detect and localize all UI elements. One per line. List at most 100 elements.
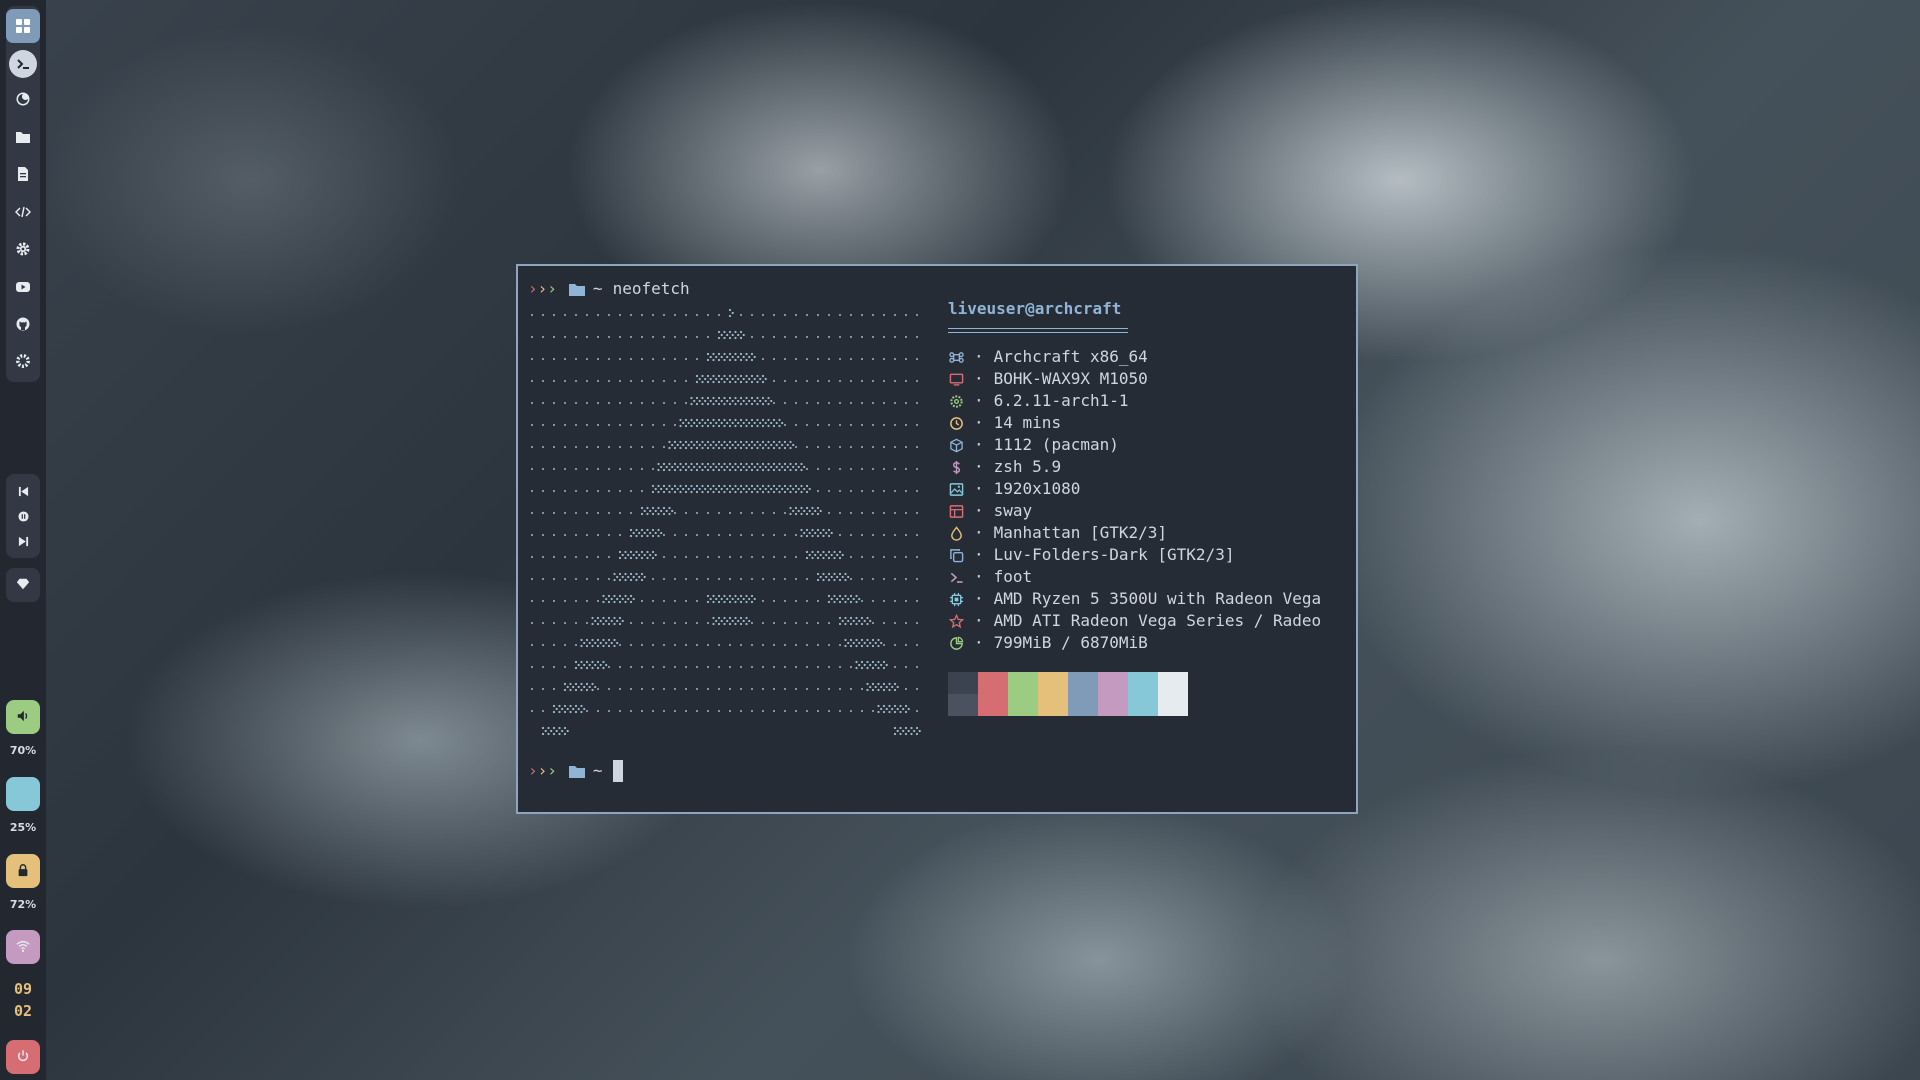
text-cursor (612, 760, 623, 782)
clock-minute: 02 (13, 1002, 33, 1020)
color-swatch (1098, 672, 1128, 716)
volume-button[interactable] (6, 700, 40, 734)
prompt-arrow: › (537, 279, 548, 298)
volume-percent: 70% (9, 744, 37, 757)
ascii-logo (531, 308, 921, 736)
pause-button[interactable] (6, 504, 40, 529)
separator-dot: · (974, 435, 984, 454)
separator-dot: · (974, 479, 984, 498)
app-menu-button[interactable] (6, 6, 40, 45)
moon-icon (16, 785, 30, 804)
dock-files-button[interactable] (6, 120, 40, 157)
code-icon (14, 204, 32, 224)
dock-firefox-button[interactable] (6, 83, 40, 120)
brightness-percent: 25% (9, 821, 37, 834)
battery-percent: 72% (9, 898, 37, 911)
clock-icon (948, 415, 964, 431)
cpu-icon (948, 591, 964, 607)
battery-button[interactable] (6, 854, 40, 888)
image-icon (948, 481, 964, 497)
drop-icon (948, 525, 964, 541)
info-value: 14 mins (993, 413, 1062, 432)
separator-dot: · (974, 501, 984, 520)
info-row: · sway (948, 500, 1321, 522)
separator-dot: · (974, 347, 984, 366)
info-value: 1920x1080 (993, 479, 1081, 498)
prompt-icon (948, 569, 964, 585)
info-rows: · Archcraft x86_64 · BOHK-WAX9X M1050 · 6.2.1… (948, 346, 1321, 654)
prompt-arrow: › (528, 761, 538, 780)
info-value: Luv-Folders-Dark [GTK2/3] (993, 545, 1235, 564)
prompt-dir: ~ (592, 279, 603, 298)
package-icon (948, 437, 964, 453)
power-button[interactable] (6, 1040, 40, 1074)
info-row: · foot (948, 566, 1321, 588)
info-value: 799MiB / 6870MiB (993, 633, 1148, 652)
divider (948, 332, 1128, 334)
prompt-arrow: › (547, 279, 557, 298)
command-text: neofetch (612, 279, 690, 298)
color-swatch (1068, 672, 1098, 716)
separator-dot: · (974, 369, 984, 388)
dock-editor-button[interactable] (6, 158, 40, 195)
gear-icon (15, 241, 31, 261)
info-value: BOHK-WAX9X M1050 (993, 369, 1148, 388)
user-host: liveuser@archcraft (948, 299, 1122, 318)
dock-github-button[interactable] (6, 307, 40, 344)
notifications-button[interactable] (6, 568, 40, 602)
copy-icon (948, 547, 964, 563)
github-icon (15, 316, 31, 336)
separator-dot: · (974, 633, 984, 652)
grid-icon (6, 8, 40, 43)
separator-dot: · (974, 545, 984, 564)
color-swatch (1008, 672, 1038, 716)
color-swatch (948, 672, 978, 716)
info-value: 1112 (pacman) (993, 435, 1119, 454)
folder-icon (568, 283, 585, 296)
previous-track-button[interactable] (6, 479, 40, 504)
separator-dot: · (974, 611, 984, 630)
info-row: · Manhattan [GTK2/3] (948, 522, 1321, 544)
prompt-arrow: › (528, 279, 538, 298)
info-row: · BOHK-WAX9X M1050 (948, 368, 1321, 390)
terminal-window[interactable]: › › › ~ neofetch liveuser@archcraft · Archc… (516, 264, 1358, 814)
prompt-arrow: › (537, 761, 548, 780)
color-swatch (1128, 672, 1158, 716)
separator-dot: · (974, 413, 984, 432)
info-value: sway (993, 501, 1033, 520)
info-row: · Archcraft x86_64 (948, 346, 1321, 368)
info-row: · 14 mins (948, 412, 1321, 434)
separator-dot: · (974, 391, 984, 410)
skip-back-icon (18, 482, 29, 501)
info-row: · 1920x1080 (948, 478, 1321, 500)
youtube-icon (15, 279, 31, 299)
diamond-icon (16, 576, 30, 595)
separator-dot: · (974, 589, 984, 608)
color-swatch (978, 672, 1008, 716)
info-row: · 799MiB / 6870MiB (948, 632, 1321, 654)
power-icon (16, 1048, 30, 1067)
star-icon (948, 613, 964, 629)
info-value: 6.2.11-arch1-1 (993, 391, 1129, 410)
next-track-button[interactable] (6, 529, 40, 554)
dock-youtube-button[interactable] (6, 270, 40, 307)
brightness-button[interactable] (6, 777, 40, 811)
folder-icon (15, 129, 31, 149)
info-row: · AMD ATI Radeon Vega Series / Radeo (948, 610, 1321, 632)
dock-system-settings-button[interactable] (6, 345, 40, 382)
dock-settings-button[interactable] (6, 232, 40, 269)
dock: 70% 25% 72% 09 02 (0, 0, 46, 1080)
clock-hour: 09 (13, 980, 33, 998)
info-value: Archcraft x86_64 (993, 347, 1148, 366)
info-row: · 6.2.11-arch1-1 (948, 390, 1321, 412)
info-value: zsh 5.9 (993, 457, 1062, 476)
cog-icon (15, 353, 31, 373)
prompt-line-1: › › › ~ neofetch (528, 278, 690, 300)
pie-icon (948, 635, 964, 651)
dock-terminal-button[interactable] (6, 45, 40, 82)
color-swatch (1158, 672, 1188, 716)
wifi-icon (16, 938, 30, 957)
network-button[interactable] (6, 930, 40, 964)
media-controls (6, 474, 40, 558)
dock-code-button[interactable] (6, 195, 40, 232)
